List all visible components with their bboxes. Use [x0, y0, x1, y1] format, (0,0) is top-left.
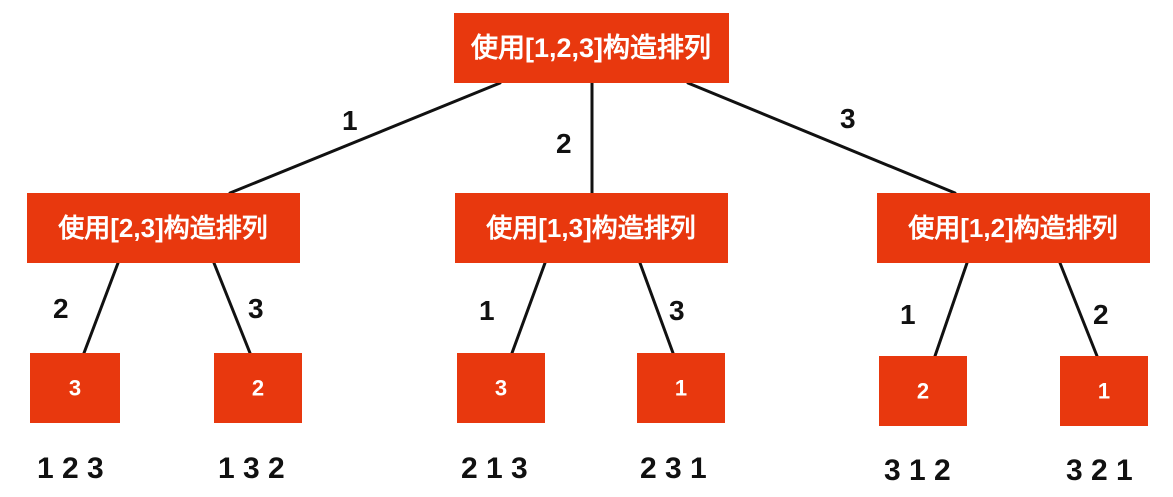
- leaf-node-6: 1: [1060, 356, 1148, 426]
- permutation-tree-diagram: 1 2 3 2 3 1 3 1 2 使用[1,2,3]构造排列 使用[2,3]构…: [27, 13, 1150, 487]
- result-5: 3 1 2: [884, 454, 951, 487]
- edge-node-3-to-leaf-5: [933, 261, 969, 358]
- leaf-node-1: 3: [30, 353, 120, 423]
- level1-node-3-label: 使用[1,2]构造排列: [907, 213, 1117, 243]
- level1-node-1: 使用[2,3]构造排列: [27, 193, 300, 263]
- edge-label-leaf-1: 2: [53, 293, 69, 324]
- level1-node-2: 使用[1,3]构造排列: [455, 193, 728, 263]
- leaf-node-1-label: 3: [69, 376, 81, 401]
- edge-node-1-to-leaf-1: [82, 261, 120, 355]
- leaf-node-2-label: 2: [252, 376, 264, 401]
- edge-root-to-node-1: [228, 81, 502, 195]
- result-3: 2 1 3: [461, 452, 528, 485]
- edge-label-leaf-3: 1: [479, 295, 495, 326]
- edge-node-2-to-leaf-3: [510, 261, 547, 355]
- leaf-node-4: 1: [637, 353, 725, 423]
- edge-label-leaf-6: 2: [1093, 299, 1109, 330]
- result-1: 1 2 3: [37, 452, 104, 485]
- edge-label-2: 2: [556, 128, 572, 159]
- edge-label-leaf-4: 3: [669, 295, 685, 326]
- edge-node-3-to-leaf-6: [1058, 261, 1099, 358]
- edge-label-leaf-5: 1: [900, 299, 916, 330]
- result-2: 1 3 2: [218, 452, 285, 485]
- edge-label-leaf-2: 3: [248, 293, 264, 324]
- edge-node-1-to-leaf-2: [212, 261, 252, 355]
- level1-node-1-label: 使用[2,3]构造排列: [57, 213, 267, 243]
- leaf-node-3: 3: [457, 353, 545, 423]
- level1-node-3: 使用[1,2]构造排列: [877, 193, 1150, 263]
- result-4: 2 3 1: [640, 452, 707, 485]
- edge-root-to-node-3: [686, 81, 957, 195]
- edge-label-3: 3: [840, 103, 856, 134]
- leaf-node-5-label: 2: [917, 379, 929, 404]
- leaf-node-3-label: 3: [495, 376, 507, 401]
- root-node: 使用[1,2,3]构造排列: [454, 13, 729, 83]
- result-6: 3 2 1: [1066, 454, 1133, 487]
- leaf-node-5: 2: [879, 356, 967, 426]
- edge-label-1: 1: [342, 105, 358, 136]
- level1-node-2-label: 使用[1,3]构造排列: [485, 213, 695, 243]
- leaf-node-2: 2: [214, 353, 302, 423]
- leaf-node-4-label: 1: [675, 376, 687, 401]
- leaf-node-6-label: 1: [1098, 379, 1110, 404]
- root-node-label: 使用[1,2,3]构造排列: [470, 33, 711, 63]
